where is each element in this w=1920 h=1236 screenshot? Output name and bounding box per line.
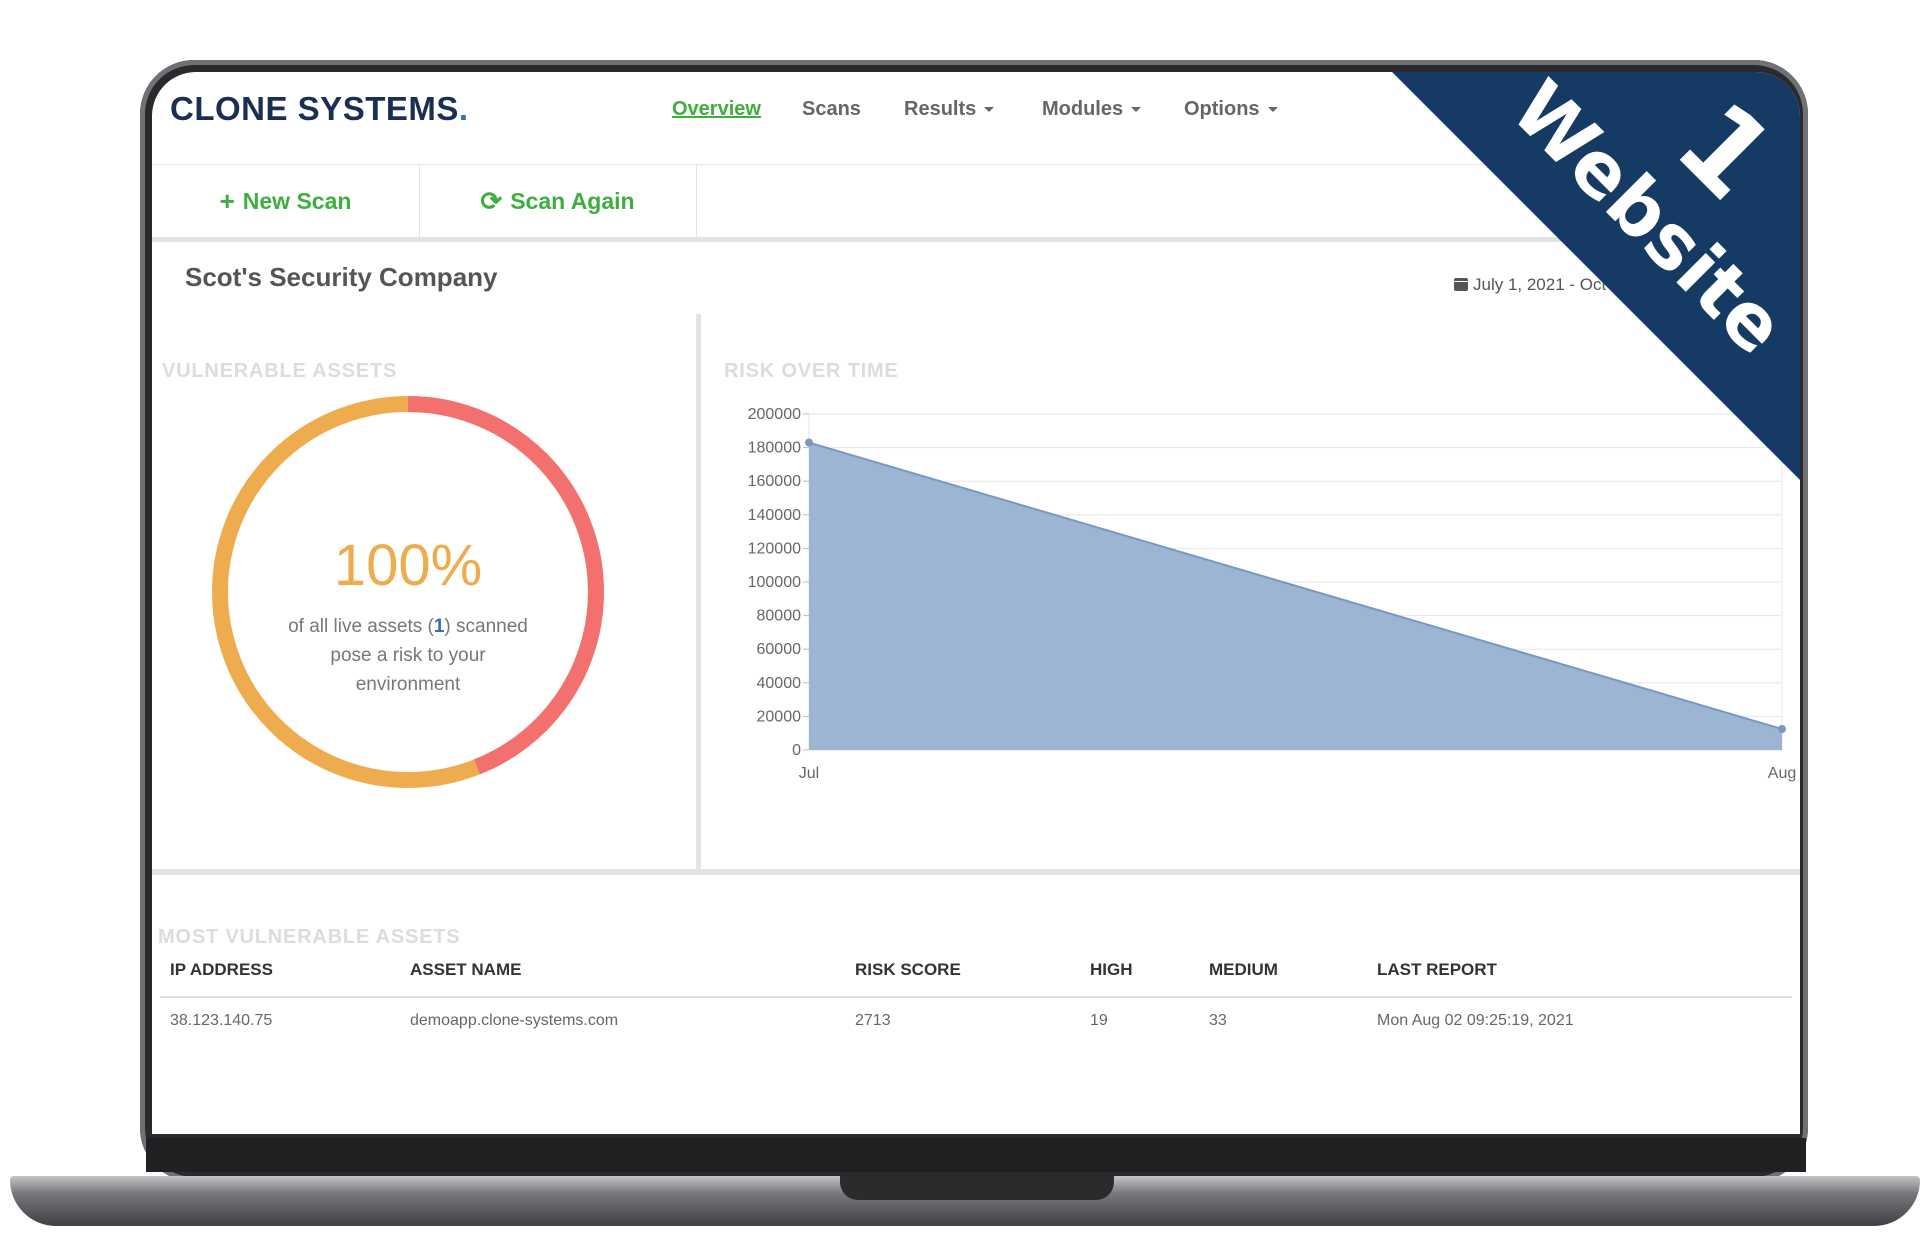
y-tick-label: 80000 <box>757 608 802 625</box>
panel-divider <box>696 314 701 874</box>
y-tick-label: 200000 <box>748 406 801 423</box>
risk-over-time-title: RISK OVER TIME <box>724 360 899 382</box>
logo[interactable]: CLONE SYSTEMS. <box>170 90 469 128</box>
nav-results[interactable]: Results <box>904 98 995 121</box>
y-tick-label: 0 <box>792 742 801 759</box>
scan-again-button[interactable]: ⟳ Scan Again <box>419 165 697 237</box>
y-tick-label: 100000 <box>748 574 801 591</box>
nav-options[interactable]: Options <box>1184 98 1278 121</box>
section-divider <box>152 869 1800 875</box>
cell-asset-name[interactable]: demoapp.clone-systems.com <box>410 1012 618 1030</box>
col-last-report[interactable]: LAST REPORT <box>1377 960 1497 980</box>
vulnerable-assets-title: VULNERABLE ASSETS <box>162 360 398 382</box>
col-asset-name[interactable]: ASSET NAME <box>410 960 521 980</box>
nav-modules[interactable]: Modules <box>1042 98 1142 121</box>
calendar-icon <box>1454 278 1468 291</box>
data-point[interactable] <box>805 438 813 447</box>
x-tick-label: Aug <box>1768 765 1796 782</box>
cell-risk-score: 2713 <box>855 1012 891 1029</box>
cell-high: 19 <box>1090 1012 1108 1029</box>
scan-toolbar: + New Scan ⟳ Scan Again <box>152 165 1800 242</box>
laptop-notch <box>840 1176 1114 1200</box>
col-ip-address[interactable]: IP ADDRESS <box>170 960 273 980</box>
live-asset-count[interactable]: 1 <box>434 616 445 637</box>
y-tick-label: 20000 <box>757 708 802 725</box>
chevron-down-icon <box>1131 107 1142 113</box>
cell-medium: 33 <box>1209 1012 1227 1029</box>
y-tick-label: 180000 <box>748 440 801 457</box>
col-medium[interactable]: MEDIUM <box>1209 960 1278 980</box>
y-tick-label: 160000 <box>748 473 801 490</box>
new-scan-button[interactable]: + New Scan <box>152 165 420 237</box>
risk-over-time-chart: 2000001800001600001400001200001000008000… <box>748 406 1797 782</box>
chevron-down-icon <box>1267 107 1278 113</box>
data-point[interactable] <box>1778 725 1786 733</box>
vulnerable-caption: of all live assets (1) scanned pose a ri… <box>288 616 528 695</box>
y-tick-label: 60000 <box>757 641 802 658</box>
page-title: Scot's Security Company <box>185 262 498 292</box>
col-risk-score[interactable]: RISK SCORE <box>855 960 961 980</box>
top-header: CLONE SYSTEMS. Overview Scans Results Mo… <box>152 72 1800 165</box>
nav-overview[interactable]: Overview <box>672 98 761 121</box>
table-header-divider <box>160 996 1792 998</box>
app-screen: CLONE SYSTEMS. Overview Scans Results Mo… <box>152 72 1800 1134</box>
chevron-down-icon <box>984 107 995 113</box>
logo-text: CLONE SYSTEMS <box>170 90 459 127</box>
y-tick-label: 140000 <box>748 507 801 524</box>
logo-dot: . <box>458 90 469 127</box>
cell-last-report: Mon Aug 02 09:25:19, 2021 <box>1377 1012 1574 1029</box>
plus-icon: + <box>219 185 235 216</box>
nav-scans[interactable]: Scans <box>802 98 861 121</box>
refresh-icon: ⟳ <box>480 185 503 216</box>
date-range-picker[interactable]: July 1, 2021 - Oct <box>1454 275 1606 295</box>
most-vulnerable-title: MOST VULNERABLE ASSETS <box>158 926 461 948</box>
vulnerable-percent: 100% <box>333 533 483 598</box>
laptop-bezel-bottom <box>146 1138 1806 1172</box>
risk-area <box>809 442 1782 750</box>
cell-ip-address: 38.123.140.75 <box>170 1012 273 1029</box>
y-tick-label: 120000 <box>748 540 801 557</box>
y-axis-ticks: 2000001800001600001400001200001000008000… <box>748 406 809 759</box>
col-high[interactable]: HIGH <box>1090 960 1133 980</box>
y-tick-label: 40000 <box>757 675 802 692</box>
x-axis-ticks: Jul Aug <box>799 765 1796 782</box>
x-tick-label: Jul <box>799 765 819 782</box>
